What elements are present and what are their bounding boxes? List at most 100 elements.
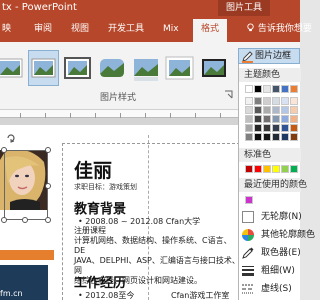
theme-shade-swatch[interactable]: [272, 115, 280, 123]
picture-style-gallery: [0, 50, 235, 86]
resize-handle[interactable]: [45, 217, 51, 223]
tab-format[interactable]: 格式: [193, 19, 228, 42]
picture-style-thumbnail[interactable]: [0, 50, 25, 86]
no-outline-label: 无轮廓(N): [261, 212, 302, 222]
theme-shade-swatch[interactable]: [281, 115, 289, 123]
theme-shade-swatch[interactable]: [290, 124, 298, 132]
theme-shade-swatch[interactable]: [245, 133, 253, 141]
resize-handle[interactable]: [45, 183, 51, 189]
eyedropper-label: 取色器(E): [261, 248, 301, 258]
window-title: tx - PowerPoint: [2, 2, 77, 13]
theme-colors-header: 主题颜色: [239, 68, 301, 82]
job-objective[interactable]: 求职目标：游戏策划: [74, 182, 137, 192]
standard-color-swatch[interactable]: [263, 165, 271, 173]
resize-handle[interactable]: [1, 147, 7, 153]
theme-shade-swatch[interactable]: [263, 97, 271, 105]
eyedropper-icon: [241, 246, 255, 260]
dialog-launcher-icon[interactable]: [224, 90, 234, 100]
standard-color-swatch[interactable]: [254, 165, 262, 173]
theme-color-swatch[interactable]: [272, 85, 280, 93]
picture-style-thumbnail[interactable]: [130, 50, 161, 86]
rotate-handle-icon[interactable]: [6, 133, 16, 146]
title-bar: tx - PowerPoint 图片工具: [0, 0, 300, 16]
theme-shade-swatch[interactable]: [254, 124, 262, 132]
picture-style-thumbnail[interactable]: [62, 50, 93, 86]
no-outline-icon: [241, 210, 255, 224]
recent-colors-label: 最近使用的颜色: [244, 180, 308, 190]
theme-shade-swatch[interactable]: [281, 97, 289, 105]
resume-name[interactable]: 佳丽: [74, 156, 112, 183]
recent-color-swatch[interactable]: [245, 196, 253, 204]
picture-style-thumbnail[interactable]: [96, 50, 127, 86]
theme-shade-swatch[interactable]: [245, 106, 253, 114]
picture-style-thumbnail[interactable]: [28, 50, 59, 86]
tab-slideshow[interactable]: 映: [2, 22, 11, 36]
tab-view[interactable]: 视图: [71, 22, 89, 36]
theme-color-swatch[interactable]: [290, 85, 298, 93]
resize-handle[interactable]: [1, 217, 7, 223]
theme-shade-swatch[interactable]: [254, 133, 262, 141]
theme-shade-swatch[interactable]: [254, 115, 262, 123]
work-heading[interactable]: 工作经历: [74, 272, 126, 291]
theme-shade-swatch[interactable]: [263, 106, 271, 114]
resize-handle[interactable]: [22, 217, 28, 223]
picture-border-label: 图片边框: [255, 51, 292, 61]
theme-color-swatch[interactable]: [263, 85, 271, 93]
recent-colors-header: 最近使用的颜色: [239, 178, 307, 192]
theme-shade-swatch[interactable]: [272, 124, 280, 132]
ribbon-tabs: 映 审阅 视图 开发工具 Mix 格式 告诉我你想要: [0, 16, 312, 42]
dashes-label: 虚线(S): [261, 284, 292, 294]
dashes-menu-item[interactable]: 虚线(S): [239, 280, 301, 298]
picture-styles-group-label: 图片样式: [100, 93, 137, 103]
standard-colors-header: 标准色: [239, 148, 301, 162]
eyedropper-menu-item[interactable]: 取色器(E): [239, 244, 301, 262]
education-heading[interactable]: 教育背景: [74, 198, 126, 217]
no-outline-menu-item[interactable]: 无轮廓(N): [239, 208, 302, 226]
theme-shade-swatch[interactable]: [254, 106, 262, 114]
standard-color-swatch[interactable]: [245, 165, 253, 173]
standard-color-swatch[interactable]: [290, 165, 298, 173]
theme-shade-swatch[interactable]: [245, 115, 253, 123]
standard-colors-label: 标准色: [244, 150, 272, 160]
picture-style-thumbnail[interactable]: [164, 50, 195, 86]
theme-shade-swatch[interactable]: [281, 124, 289, 132]
selection-frame: [4, 150, 48, 220]
theme-shade-swatch[interactable]: [290, 97, 298, 105]
theme-shade-swatch[interactable]: [263, 133, 271, 141]
theme-shade-swatch[interactable]: [263, 124, 271, 132]
resize-handle[interactable]: [45, 147, 51, 153]
theme-shade-swatch[interactable]: [272, 97, 280, 105]
tell-me-label: 告诉我你想要: [257, 24, 312, 34]
theme-shade-swatch[interactable]: [290, 115, 298, 123]
tell-me-search[interactable]: 告诉我你想要: [246, 22, 312, 36]
work-entry[interactable]: • 2012.08至今: [78, 290, 134, 300]
line-weight-icon: [241, 264, 255, 278]
theme-shade-swatch[interactable]: [290, 133, 298, 141]
theme-shade-swatch[interactable]: [245, 124, 253, 132]
tab-mix[interactable]: Mix: [163, 22, 179, 36]
tab-review[interactable]: 审阅: [34, 22, 52, 36]
more-outline-colors-menu-item[interactable]: 其他轮廓颜色: [239, 226, 315, 244]
theme-shade-swatch[interactable]: [254, 97, 262, 105]
work-company[interactable]: Cfan游戏工作室: [171, 290, 229, 300]
theme-color-swatch[interactable]: [254, 85, 262, 93]
theme-colors-label: 主题颜色: [244, 70, 281, 80]
theme-color-swatch[interactable]: [281, 85, 289, 93]
lightbulb-icon: [247, 23, 254, 32]
standard-color-swatch[interactable]: [281, 165, 289, 173]
theme-shade-swatch[interactable]: [281, 133, 289, 141]
picture-border-button[interactable]: 图片边框: [238, 48, 300, 64]
theme-shade-swatch[interactable]: [281, 106, 289, 114]
standard-color-swatch[interactable]: [272, 165, 280, 173]
theme-shade-swatch[interactable]: [245, 97, 253, 105]
picture-style-thumbnail[interactable]: [198, 50, 229, 86]
theme-shade-swatch[interactable]: [290, 106, 298, 114]
more-outline-colors-label: 其他轮廓颜色: [261, 230, 316, 240]
weight-menu-item[interactable]: 粗细(W): [239, 262, 301, 280]
sidebar-footer-text: fm.cn: [0, 289, 23, 298]
theme-shade-swatch[interactable]: [263, 115, 271, 123]
theme-shade-swatch[interactable]: [272, 106, 280, 114]
theme-color-swatch[interactable]: [245, 85, 253, 93]
tab-developer[interactable]: 开发工具: [108, 22, 144, 36]
theme-shade-swatch[interactable]: [272, 133, 280, 141]
